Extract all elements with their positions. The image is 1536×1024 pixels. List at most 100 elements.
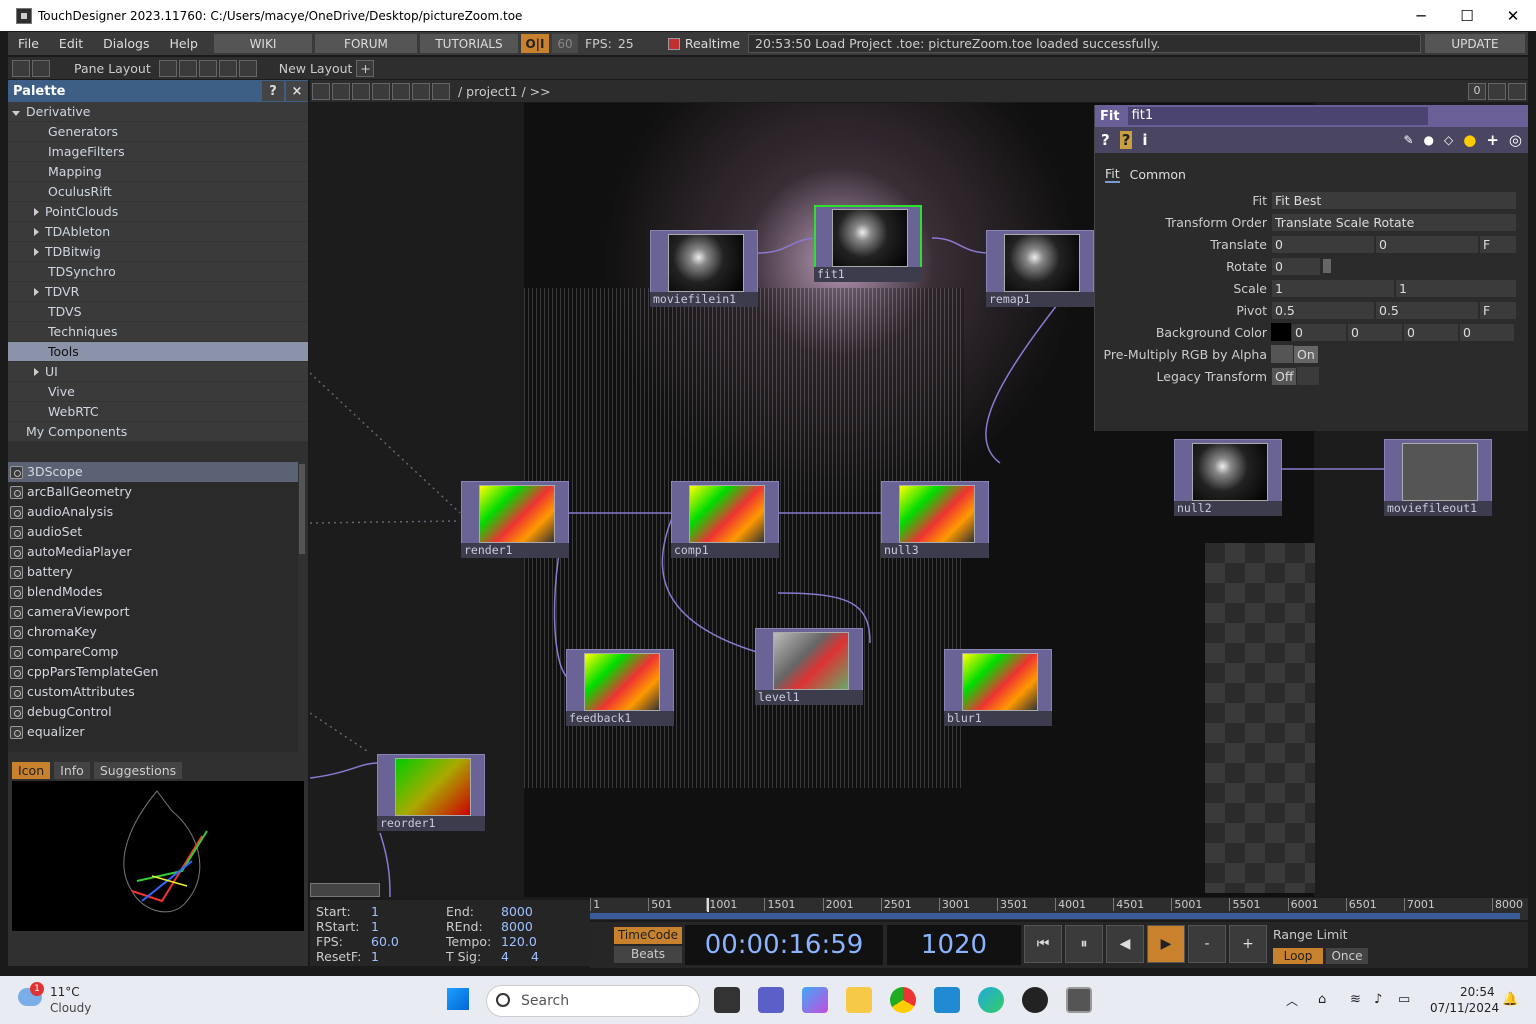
component-list-item[interactable]: chromaKey: [8, 622, 298, 642]
layout-quad-button[interactable]: [238, 59, 257, 77]
node-null3[interactable]: null3: [881, 481, 989, 559]
wiki-button[interactable]: WIKI: [213, 34, 312, 53]
add-operator-icon[interactable]: [392, 82, 410, 100]
tab-common[interactable]: Common: [1130, 167, 1186, 182]
add-param-icon[interactable]: +: [1486, 131, 1499, 149]
menu-help[interactable]: Help: [159, 36, 208, 51]
bookmark-star-icon[interactable]: [412, 82, 430, 100]
teams-icon[interactable]: [758, 987, 784, 1013]
component-list-item[interactable]: autoMediaPlayer: [8, 542, 298, 562]
python-icon[interactable]: ●: [1463, 131, 1476, 149]
stop-icon[interactable]: [332, 82, 350, 100]
translate-y-field[interactable]: 0: [1375, 234, 1479, 254]
node-comp1[interactable]: comp1: [671, 481, 779, 559]
component-list-item[interactable]: 3DScope: [8, 462, 298, 482]
layout-triple-button[interactable]: [218, 59, 237, 77]
rend-field[interactable]: 8000: [501, 919, 570, 934]
touchdesigner-taskbar-icon[interactable]: [1066, 987, 1092, 1013]
menu-dialogs[interactable]: Dialogs: [93, 36, 159, 51]
rewind-icon[interactable]: ⏮: [1024, 925, 1062, 963]
palette-tree-item[interactable]: PointClouds: [8, 202, 308, 222]
palette-tree-item[interactable]: TDAbleton: [8, 222, 308, 242]
collapsed-triangle-icon[interactable]: [34, 288, 39, 296]
node-fit1[interactable]: fit1: [814, 205, 922, 283]
vscode-icon[interactable]: [934, 987, 960, 1013]
palette-tree-item[interactable]: TDSynchro: [8, 262, 308, 282]
palette-tree-item[interactable]: Derivative: [8, 102, 308, 122]
update-button[interactable]: UPDATE: [1425, 34, 1525, 53]
node-blur1[interactable]: blur1: [944, 649, 1052, 727]
pivot-y-field[interactable]: 0.5: [1375, 300, 1479, 320]
oi-toggle[interactable]: O|I: [520, 34, 549, 53]
palette-tree-item[interactable]: UI: [8, 362, 308, 382]
realtime-checkbox[interactable]: [667, 37, 680, 50]
component-list-item[interactable]: battery: [8, 562, 298, 582]
fps-field[interactable]: 60.0: [371, 934, 440, 949]
layout-single-button[interactable]: [158, 59, 177, 77]
collapsed-triangle-icon[interactable]: [34, 228, 39, 236]
collapsed-triangle-icon[interactable]: [34, 248, 39, 256]
palette-tree-item[interactable]: Generators: [8, 122, 308, 142]
component-list-item[interactable]: customAttributes: [8, 682, 298, 702]
component-list-item[interactable]: arcBallGeometry: [8, 482, 298, 502]
param-op-name[interactable]: fit1: [1127, 107, 1428, 125]
node-feedback1[interactable]: feedback1: [566, 649, 674, 727]
clock-date[interactable]: 07/11/2024: [1430, 1001, 1499, 1015]
collapsed-triangle-icon[interactable]: [34, 368, 39, 376]
once-button[interactable]: Once: [1326, 948, 1368, 964]
anchor-icon[interactable]: [32, 59, 50, 77]
play-backward-icon[interactable]: ◀: [1106, 925, 1144, 963]
node-null2[interactable]: null2: [1174, 439, 1282, 517]
expanded-triangle-icon[interactable]: [12, 111, 20, 116]
pivot-unit-menu[interactable]: F: [1479, 300, 1517, 320]
step-forward-icon[interactable]: +: [1229, 925, 1267, 963]
help-icon[interactable]: ?: [1101, 131, 1110, 149]
palette-help-button[interactable]: ?: [262, 81, 284, 101]
component-list-item[interactable]: audioAnalysis: [8, 502, 298, 522]
tsig-a-field[interactable]: 4: [501, 949, 531, 964]
bg-b-field[interactable]: 0: [1403, 322, 1459, 342]
loop-button[interactable]: Loop: [1273, 948, 1323, 964]
file-explorer-icon[interactable]: [846, 987, 872, 1013]
maximize-icon[interactable]: ☐: [1444, 7, 1490, 25]
node-remap1[interactable]: remap1: [986, 230, 1094, 308]
forum-button[interactable]: FORUM: [314, 34, 417, 53]
palette-tree-item[interactable]: TDVR: [8, 282, 308, 302]
edit-pencil-icon[interactable]: ✎: [1403, 133, 1413, 147]
bg-a-field[interactable]: 0: [1459, 322, 1515, 342]
menu-file[interactable]: File: [8, 36, 49, 51]
forward-arrow-icon[interactable]: [372, 82, 390, 100]
info-icon[interactable]: i: [1142, 131, 1147, 149]
step-back-icon[interactable]: -: [1188, 925, 1226, 963]
tutorials-button[interactable]: TUTORIALS: [419, 34, 518, 53]
network-icon[interactable]: ⌂: [1318, 992, 1326, 1007]
taskbar-search[interactable]: Search: [486, 985, 700, 1017]
maximize-pane-icon[interactable]: [1488, 82, 1506, 100]
palette-tree-item[interactable]: Tools: [8, 342, 308, 362]
layout-icon[interactable]: [12, 59, 30, 77]
layout-split-h-button[interactable]: [198, 59, 217, 77]
component-list-item[interactable]: compareComp: [8, 642, 298, 662]
network-scrollbar[interactable]: [310, 883, 380, 897]
translate-x-field[interactable]: 0: [1271, 234, 1375, 254]
palette-tree-item[interactable]: ImageFilters: [8, 142, 308, 162]
collapsed-triangle-icon[interactable]: [34, 208, 39, 216]
fps-cap-field[interactable]: 60: [551, 34, 578, 53]
start-field[interactable]: 1: [371, 904, 440, 919]
pane-options-icon[interactable]: [1508, 82, 1526, 100]
component-list-item[interactable]: audioSet: [8, 522, 298, 542]
chrome-icon[interactable]: [890, 987, 916, 1013]
rstart-field[interactable]: 1: [371, 919, 440, 934]
legacy-transform-toggle[interactable]: Off: [1271, 366, 1297, 386]
back-arrow-icon[interactable]: [352, 82, 370, 100]
python-help-icon[interactable]: ?: [1119, 131, 1133, 149]
add-layout-button[interactable]: +: [356, 59, 375, 77]
rotate-field[interactable]: 0: [1271, 256, 1321, 276]
tab-suggestions[interactable]: Suggestions: [93, 762, 183, 779]
layout-split-v-button[interactable]: [178, 59, 197, 77]
volume-icon[interactable]: ♪: [1374, 992, 1382, 1007]
pivot-x-field[interactable]: 0.5: [1271, 300, 1375, 320]
play-forward-icon[interactable]: ▶: [1147, 925, 1185, 963]
network-path[interactable]: / project1 / >>: [458, 84, 1468, 99]
palette-tree-item[interactable]: TDVS: [8, 302, 308, 322]
